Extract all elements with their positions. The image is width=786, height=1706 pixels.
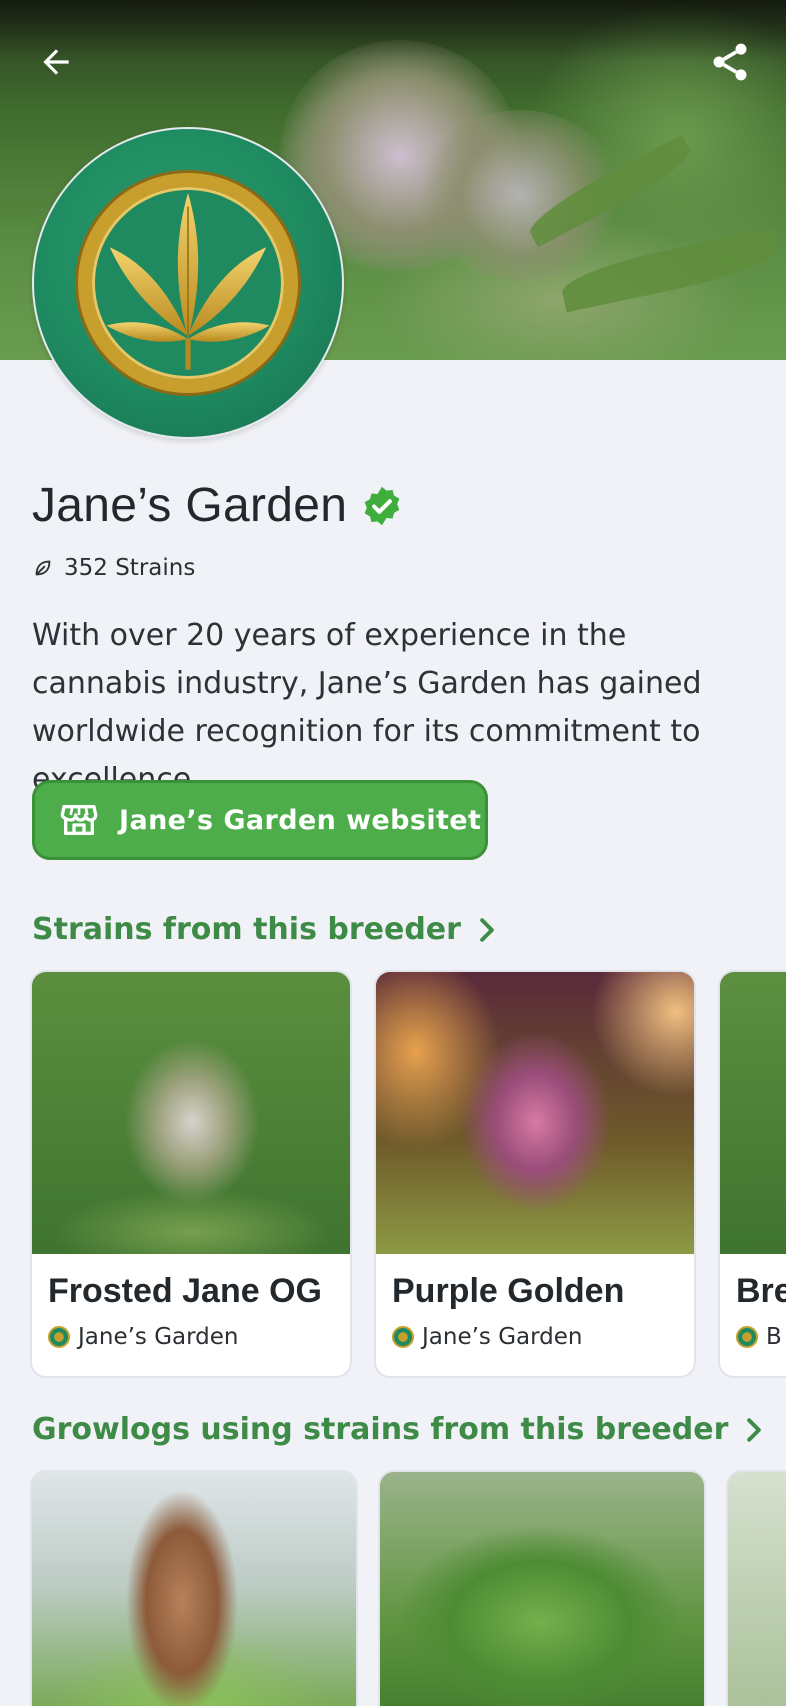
cannabis-leaf-icon	[106, 192, 270, 370]
strain-card[interactable]: Purple Golden Jane’s Garden	[374, 970, 696, 1378]
strain-name: Frosted Jane OG	[48, 1272, 322, 1310]
website-button[interactable]: Jane’s Garden websitet	[32, 780, 488, 860]
arrow-left-icon	[43, 49, 69, 75]
share-icon	[713, 43, 747, 81]
breeder-logo	[78, 173, 298, 393]
strain-breeder-name: Jane’s Garden	[422, 1324, 583, 1350]
growlog-image	[728, 1472, 786, 1706]
strain-image	[720, 972, 786, 1254]
strain-count: 352 Strains	[32, 555, 195, 581]
verified-badge-icon	[364, 486, 400, 525]
storefront-icon	[60, 805, 98, 835]
breeder-avatar	[32, 127, 344, 439]
strains-section-title: Strains from this breeder	[32, 912, 461, 947]
growlogs-section-title: Growlogs using strains from this breeder	[32, 1412, 729, 1447]
growlog-card[interactable]	[726, 1470, 786, 1706]
strain-count-label: 352 Strains	[64, 555, 196, 581]
growlog-image	[380, 1472, 704, 1706]
strain-breeder-name: Jane’s Garden	[78, 1324, 239, 1350]
growlogs-section-header[interactable]: Growlogs using strains from this breeder	[32, 1412, 764, 1447]
leaf-icon	[35, 560, 51, 576]
share-button[interactable]	[702, 34, 758, 90]
strains-section-header[interactable]: Strains from this breeder	[32, 912, 497, 947]
strain-breeder: B	[736, 1324, 782, 1350]
strain-name: Bre	[736, 1272, 786, 1310]
chevron-right-icon	[747, 1417, 762, 1442]
back-button[interactable]	[28, 34, 84, 90]
breeder-logo-icon	[736, 1326, 758, 1348]
growlog-image	[32, 1472, 356, 1706]
strain-card[interactable]: Bre B	[718, 970, 786, 1378]
growlog-card[interactable]	[378, 1470, 706, 1706]
growlog-card[interactable]	[30, 1470, 358, 1706]
strain-card[interactable]: Frosted Jane OG Jane’s Garden	[30, 970, 352, 1378]
chevron-right-icon	[480, 917, 494, 942]
strain-breeder-name: B	[766, 1324, 782, 1350]
website-button-label: Jane’s Garden websitet	[119, 804, 482, 836]
breeder-logo-icon	[392, 1326, 414, 1348]
strain-breeder: Jane’s Garden	[48, 1324, 239, 1350]
strain-breeder: Jane’s Garden	[392, 1324, 583, 1350]
breeder-name-row: Jane’s Garden	[32, 478, 403, 533]
strain-name: Purple Golden	[392, 1272, 625, 1310]
strain-image	[32, 972, 350, 1254]
breeder-bio: With over 20 years of experience in the …	[32, 618, 702, 797]
breeder-name: Jane’s Garden	[32, 479, 348, 532]
breeder-logo-icon	[48, 1326, 70, 1348]
strain-image	[376, 972, 694, 1254]
